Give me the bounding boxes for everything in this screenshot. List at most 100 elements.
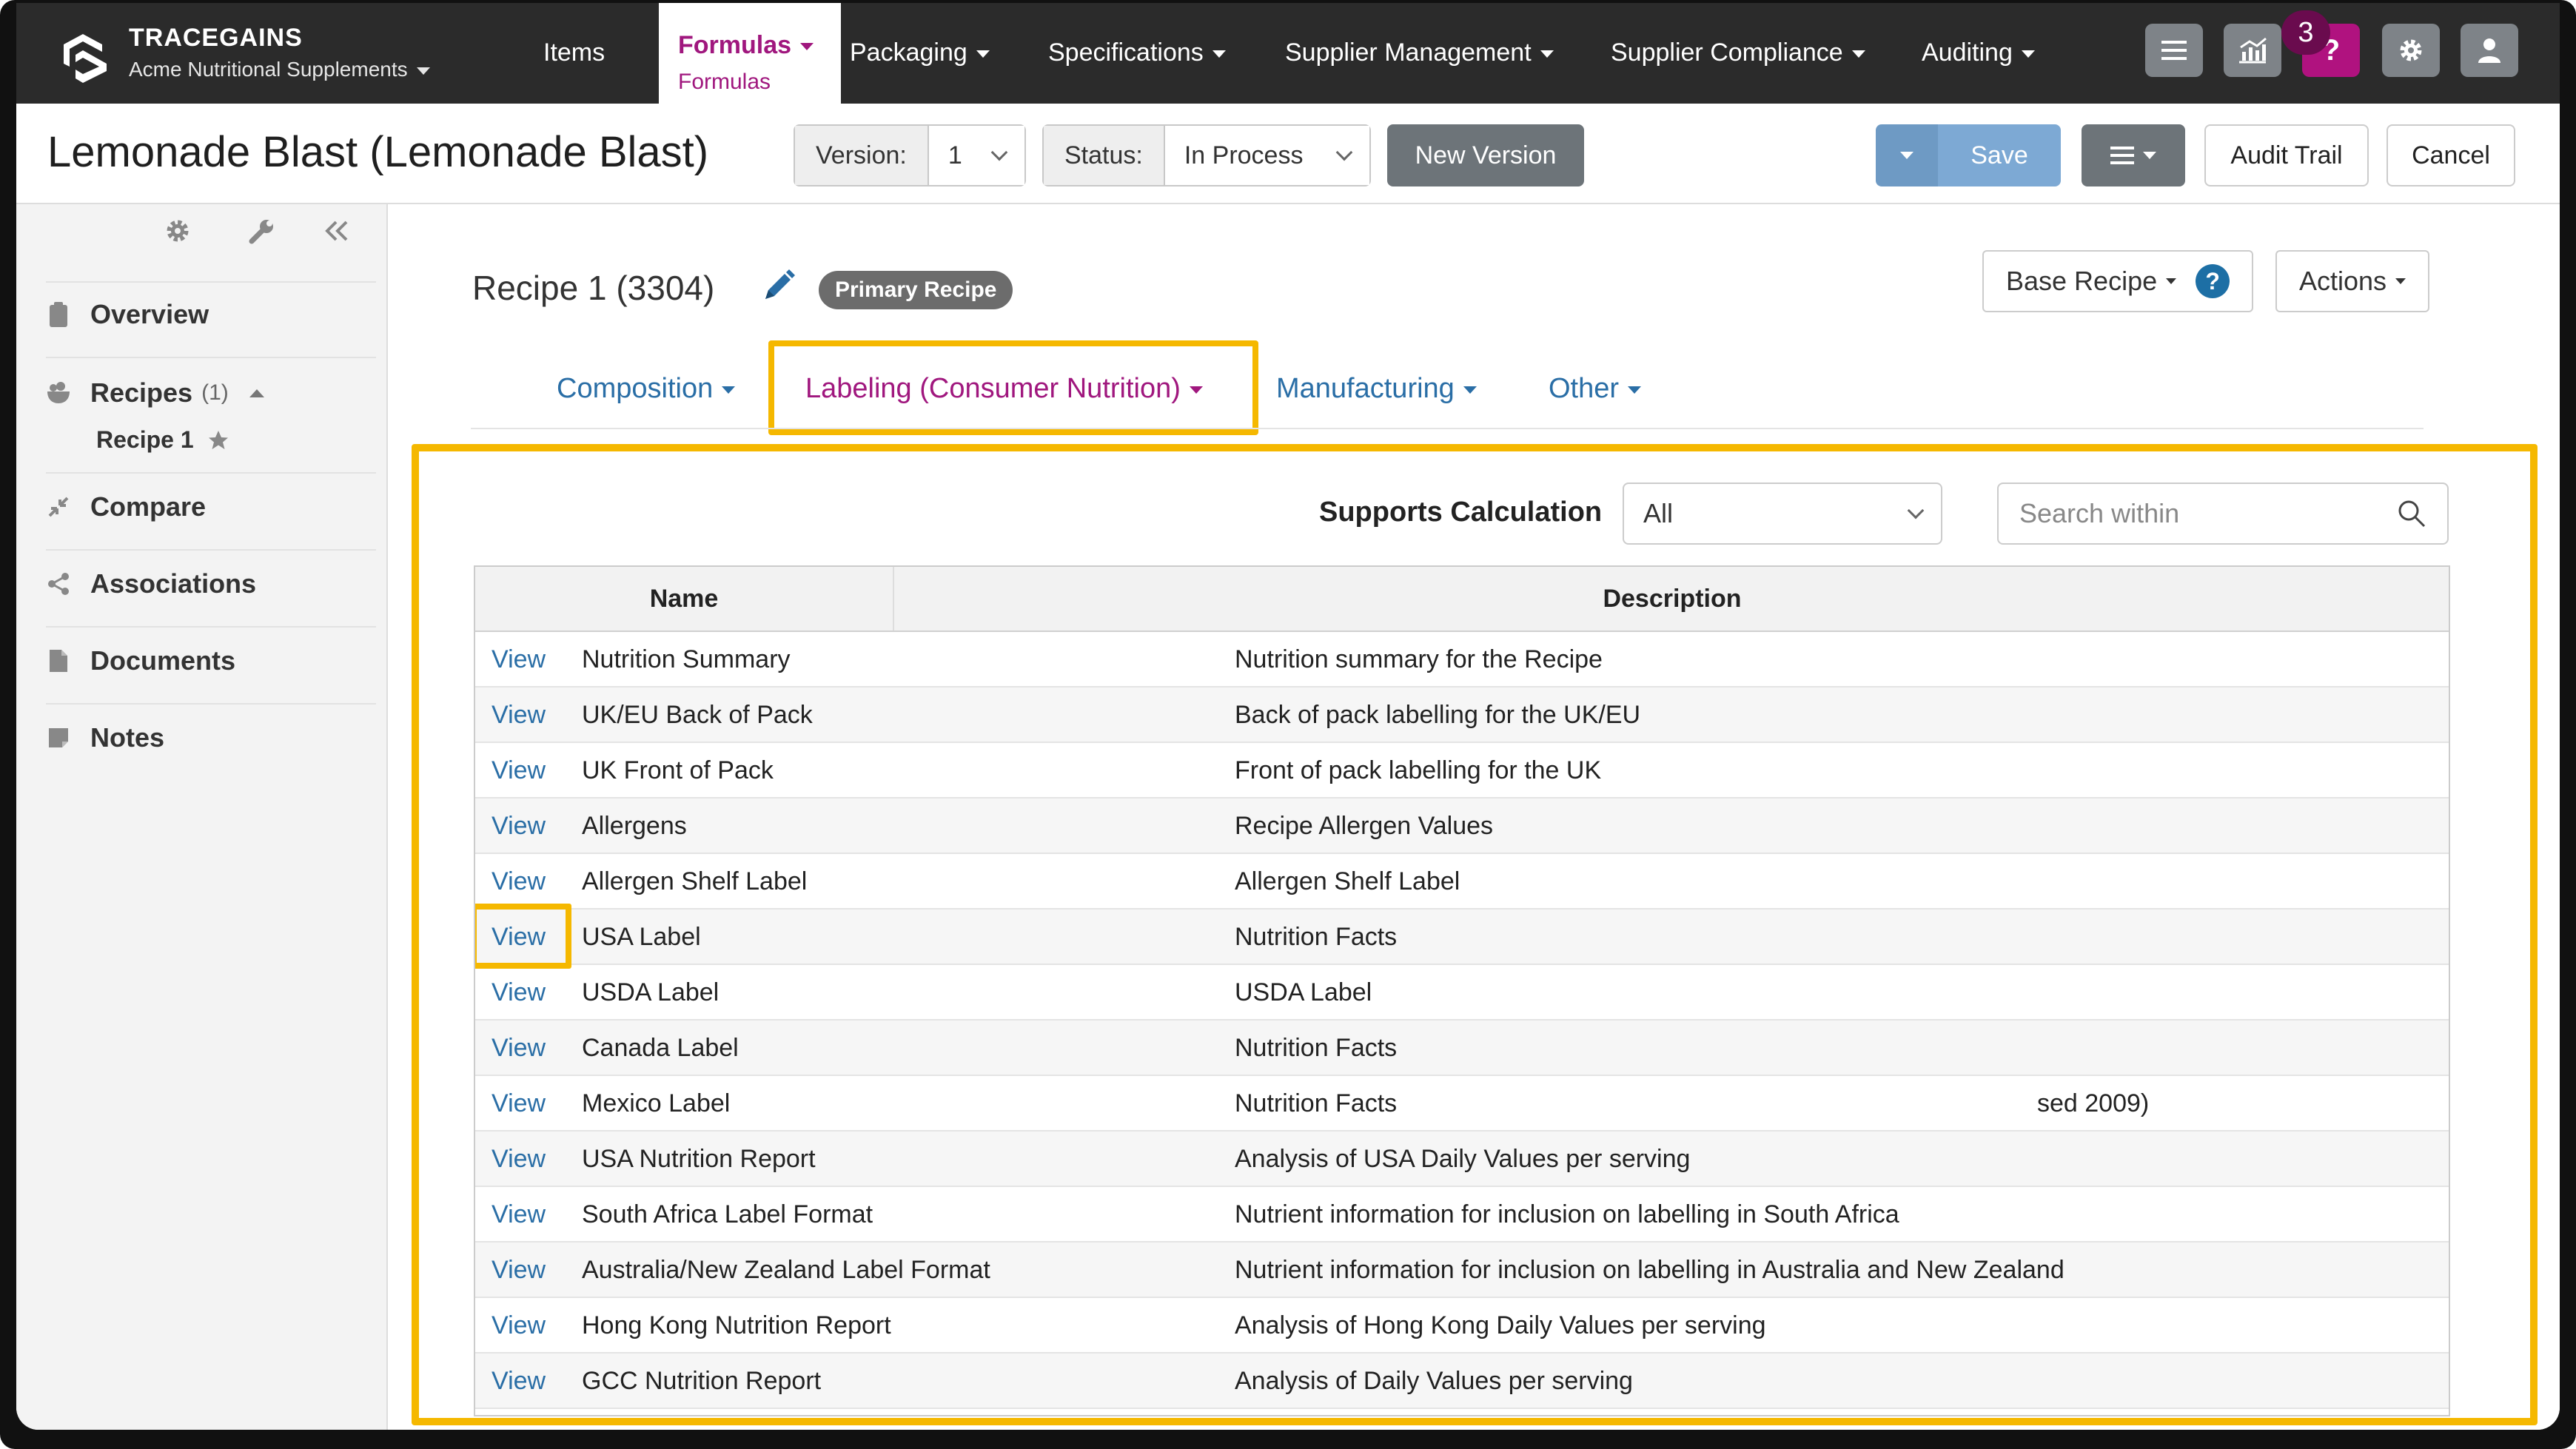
org-switcher[interactable]: Acme Nutritional Supplements — [129, 58, 430, 81]
help-circle-icon[interactable]: ? — [2196, 264, 2230, 298]
sidebar-item-label: Recipe 1 — [96, 426, 194, 453]
tab-composition[interactable]: Composition — [557, 373, 736, 405]
base-recipe-label: Base Recipe — [2006, 266, 2158, 296]
more-options-button[interactable] — [2082, 124, 2185, 186]
divider — [46, 357, 376, 358]
page-title: Lemonade Blast (Lemonade Blast) — [47, 128, 709, 176]
tab-labeling-label: Labeling (Consumer Nutrition) — [805, 373, 1181, 404]
version-select[interactable]: Version: 1 — [794, 124, 1026, 186]
chevron-down-icon — [1212, 50, 1226, 58]
sidebar-item-label: Documents — [90, 645, 236, 676]
org-name: Acme Nutritional Supplements — [129, 58, 408, 81]
nav-specifications[interactable]: Specifications — [1048, 38, 1226, 67]
note-icon — [46, 725, 71, 750]
nav-packaging[interactable]: Packaging — [850, 38, 990, 67]
chevron-down-icon — [800, 43, 814, 51]
status-label: Status: — [1044, 126, 1165, 185]
nav-items[interactable]: Items — [543, 38, 605, 67]
chevron-down-icon — [1463, 386, 1477, 394]
analytics-button[interactable] — [2224, 24, 2281, 77]
sidebar-item-label: Overview — [90, 299, 209, 329]
chevron-up-icon[interactable] — [249, 389, 264, 397]
chevron-down-icon — [2143, 152, 2156, 159]
tab-labeling[interactable]: Labeling (Consumer Nutrition) — [805, 373, 1203, 405]
tracegains-logo-icon[interactable] — [53, 22, 117, 86]
nav-supplier-compliance[interactable]: Supplier Compliance — [1611, 38, 1865, 67]
tab-other-label: Other — [1549, 373, 1620, 404]
nav-packaging-label: Packaging — [850, 38, 967, 67]
nav-formulas-sub: Formulas — [678, 70, 771, 94]
chevron-down-icon — [1189, 386, 1203, 394]
sidebar-item-compare[interactable]: Compare — [46, 491, 376, 522]
pencil-icon[interactable] — [759, 266, 798, 305]
chevron-down-icon — [1851, 50, 1865, 58]
user-icon — [2478, 38, 2500, 63]
new-version-button[interactable]: New Version — [1387, 124, 1584, 186]
sidebar: Overview Recipes (1) Recipe 1 Compare As… — [16, 204, 388, 1430]
user-button[interactable] — [2461, 24, 2518, 77]
settings-button[interactable] — [2382, 24, 2440, 77]
wrench-icon — [249, 220, 273, 244]
status-select[interactable]: Status: In Process — [1042, 124, 1371, 186]
brand-name: TRACEGAINS — [129, 24, 303, 52]
divider — [46, 549, 376, 551]
sidebar-item-label: Recipes — [90, 377, 193, 408]
formula-header: Lemonade Blast (Lemonade Blast) Version:… — [16, 104, 2560, 204]
sidebar-item-documents[interactable]: Documents — [46, 645, 376, 676]
divider — [46, 703, 376, 705]
actions-button[interactable]: Actions — [2275, 250, 2430, 312]
nav-formulas[interactable]: Formulas Formulas — [659, 3, 841, 104]
hamburger-icon — [2161, 41, 2187, 60]
chevron-down-icon — [1900, 152, 1913, 159]
chevron-down-icon — [2166, 278, 2177, 284]
menu-button[interactable] — [2145, 24, 2203, 77]
sidebar-item-label: Compare — [90, 491, 207, 522]
sidebar-item-associations[interactable]: Associations — [46, 568, 376, 599]
top-nav: TRACEGAINS Acme Nutritional Supplements … — [16, 3, 2560, 104]
sidebar-item-notes[interactable]: Notes — [46, 722, 376, 753]
save-dropdown-button[interactable] — [1876, 124, 1938, 186]
chevron-down-icon — [1628, 386, 1642, 394]
sidebar-item-label: Notes — [90, 722, 165, 753]
cancel-button[interactable]: Cancel — [2387, 124, 2515, 186]
chevron-down-icon — [976, 50, 990, 58]
chevron-down-icon — [416, 67, 430, 75]
highlight-box — [412, 444, 2538, 1425]
share-icon — [46, 571, 71, 596]
tab-manufacturing-label: Manufacturing — [1276, 373, 1455, 404]
double-chevron-left-icon — [325, 221, 348, 241]
sidebar-subitem-recipe-1[interactable]: Recipe 1 — [96, 426, 426, 454]
tab-other[interactable]: Other — [1549, 373, 1642, 405]
document-icon — [46, 648, 71, 673]
app-screen: TRACEGAINS Acme Nutritional Supplements … — [16, 3, 2560, 1430]
list-icon — [2110, 147, 2134, 164]
nav-supplier-management[interactable]: Supplier Management — [1285, 38, 1554, 67]
sidebar-item-recipes[interactable]: Recipes (1) — [46, 377, 376, 409]
divider — [46, 472, 376, 474]
chevron-down-icon — [722, 386, 736, 394]
gear-icon — [2400, 39, 2422, 61]
sidebar-item-overview[interactable]: Overview — [46, 299, 376, 330]
status-value: In Process — [1184, 141, 1304, 169]
audit-trail-button[interactable]: Audit Trail — [2204, 124, 2369, 186]
actions-label: Actions — [2299, 266, 2387, 296]
main-content: Recipe 1 (3304) Primary Recipe Base Reci… — [389, 204, 2560, 1430]
chevron-down-icon — [1335, 144, 1353, 161]
save-button[interactable]: Save — [1938, 124, 2061, 186]
version-value: 1 — [947, 141, 962, 169]
gear-icon — [167, 220, 189, 242]
nav-auditing[interactable]: Auditing — [1922, 38, 2035, 67]
version-label: Version: — [795, 126, 929, 185]
tab-underline — [471, 428, 2424, 429]
chevron-down-icon — [2395, 278, 2406, 284]
nav-formulas-label: Formulas — [678, 31, 792, 59]
tab-manufacturing[interactable]: Manufacturing — [1276, 373, 1477, 405]
window-frame: TRACEGAINS Acme Nutritional Supplements … — [0, 0, 2576, 1449]
base-recipe-button[interactable]: Base Recipe ? — [1982, 250, 2254, 312]
tab-composition-label: Composition — [557, 373, 714, 404]
clipboard-icon — [46, 302, 71, 327]
nav-auditing-label: Auditing — [1922, 38, 2013, 67]
sidebar-settings-button[interactable] — [164, 218, 191, 252]
sidebar-tools-button[interactable] — [247, 218, 275, 253]
collapse-sidebar-button[interactable] — [323, 218, 349, 252]
